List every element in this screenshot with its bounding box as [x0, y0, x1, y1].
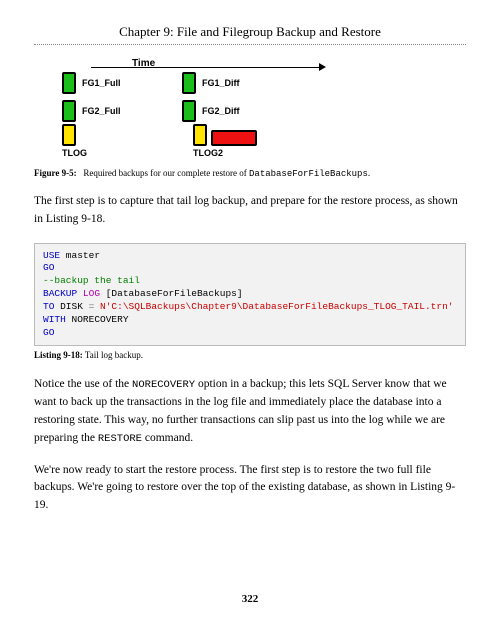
fg1-full-cell: FG1_Full	[62, 72, 182, 94]
code-comment: --backup the tail	[43, 275, 140, 286]
fg1-full-label: FG1_Full	[82, 78, 121, 88]
backup-diagram: Time FG1_Full FG1_Diff FG2_Full FG2_Diff	[62, 57, 332, 158]
code-token: GO	[43, 262, 54, 273]
fg1-diff-label: FG1_Diff	[202, 78, 240, 88]
para2-restore: RESTORE	[98, 433, 142, 445]
figure-text-after: .	[368, 168, 370, 178]
tlog-box-icon	[193, 124, 207, 146]
tlog-box-icon	[62, 124, 76, 146]
code-token: TO	[43, 301, 54, 312]
tlog-item: TLOG	[62, 124, 87, 158]
arrow-right-icon	[319, 63, 326, 71]
tlog2-label: TLOG2	[193, 148, 223, 158]
code-token: LOG	[77, 288, 106, 299]
header-rule	[34, 44, 466, 45]
fg2-diff-label: FG2_Diff	[202, 106, 240, 116]
time-axis	[161, 57, 332, 69]
backup-box-icon	[62, 100, 76, 122]
code-token: USE	[43, 250, 60, 261]
figure-dbname: DatabaseForFileBackups	[249, 169, 368, 179]
tail-log-box-icon	[211, 130, 257, 146]
time-axis-row: Time	[102, 57, 332, 69]
chapter-title: Chapter 9: File and Filegroup Backup and…	[34, 24, 466, 40]
figure-text: Required backups for our complete restor…	[83, 168, 249, 178]
paragraph-1: The first step is to capture that tail l…	[34, 193, 466, 229]
code-token: GO	[43, 327, 54, 338]
listing-caption: Listing 9-18: Tail log backup.	[34, 350, 466, 360]
fg2-full-cell: FG2_Full	[62, 100, 182, 122]
code-token: WITH	[43, 314, 66, 325]
code-token: master	[60, 250, 100, 261]
backup-box-icon	[182, 100, 196, 122]
diagram-grid: FG1_Full FG1_Diff FG2_Full FG2_Diff	[62, 72, 332, 122]
code-token: NORECOVERY	[66, 314, 129, 325]
code-token: DISK	[54, 301, 88, 312]
listing-text: Tail log backup.	[85, 350, 143, 360]
figure-number: Figure 9-5:	[34, 168, 77, 178]
code-token: BACKUP	[43, 288, 77, 299]
page-number: 322	[0, 593, 500, 605]
tlog-row: TLOG TLOG2	[62, 124, 332, 158]
backup-box-icon	[182, 72, 196, 94]
para2-e: command.	[142, 432, 193, 444]
code-token: [DatabaseForFileBackups]	[106, 288, 243, 299]
code-listing-9-18: USE master GO --backup the tail BACKUP L…	[34, 243, 466, 347]
fg1-diff-cell: FG1_Diff	[182, 72, 302, 94]
fg2-full-label: FG2_Full	[82, 106, 121, 116]
tlog-label: TLOG	[62, 148, 87, 158]
tlog2-item: TLOG2	[193, 124, 257, 158]
paragraph-2: Notice the use of the NORECOVERY option …	[34, 376, 466, 447]
backup-box-icon	[62, 72, 76, 94]
fg2-diff-cell: FG2_Diff	[182, 100, 302, 122]
code-string: N'C:\SQLBackups\Chapter9\DatabaseForFile…	[94, 301, 453, 312]
figure-caption: Figure 9-5: Required backups for our com…	[34, 168, 466, 179]
para2-a: Notice the use of the	[34, 378, 132, 390]
paragraph-3: We're now ready to start the restore pro…	[34, 462, 466, 515]
listing-number: Listing 9-18:	[34, 350, 83, 360]
para2-norecovery: NORECOVERY	[132, 379, 195, 391]
